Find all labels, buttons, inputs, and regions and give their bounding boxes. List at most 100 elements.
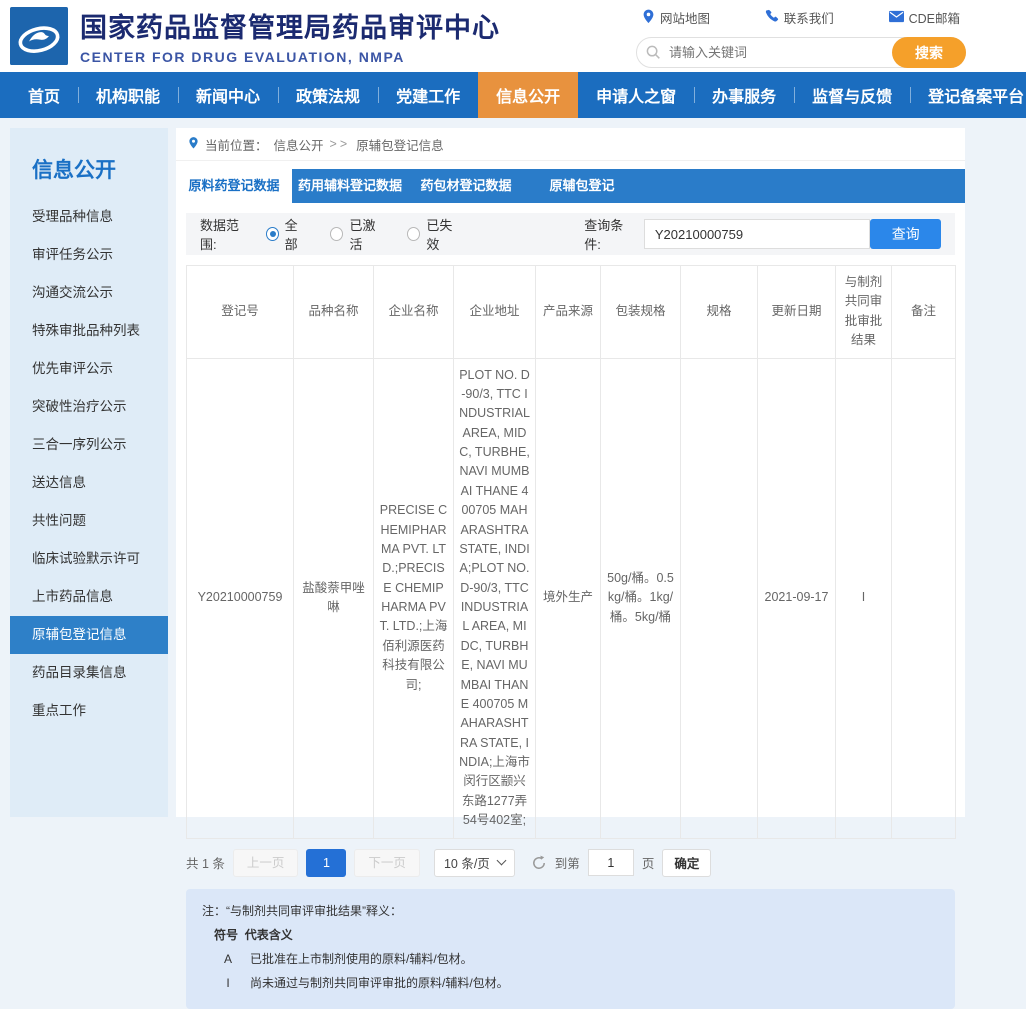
contact-us-link[interactable]: 联系我们 — [765, 8, 834, 27]
col-header-reg-no: 登记号 — [187, 266, 294, 359]
sidebar-item-marketed-drugs[interactable]: 上市药品信息 — [10, 578, 168, 616]
legend-note: 注：“与制剂共同审评审批结果”释义： 符号 代表含义 A已批准在上市制剂使用的原… — [186, 889, 955, 1009]
radio-option-all[interactable]: 全部 — [266, 215, 309, 253]
note-item-A: A已批准在上市制剂使用的原料/辅料/包材。 — [202, 947, 939, 971]
radio-checked-icon — [266, 227, 279, 241]
cell-company-address: PLOT NO. D-90/3, TTC INDUSTRIAL AREA, MI… — [454, 358, 536, 838]
sidebar-item-accepted-varieties[interactable]: 受理品种信息 — [10, 198, 168, 236]
query-button[interactable]: 查询 — [870, 219, 941, 249]
goto-label: 到第 — [555, 853, 580, 872]
mail-icon — [889, 10, 904, 26]
sidebar-item-special-approval[interactable]: 特殊审批品种列表 — [10, 312, 168, 350]
cell-joint-approval-result: I — [836, 358, 892, 838]
quick-links: 网站地图 联系我们 CDE邮箱 — [636, 8, 966, 27]
sidebar-item-three-in-one[interactable]: 三合一序列公示 — [10, 426, 168, 464]
breadcrumb-section-link[interactable]: 信息公开 — [274, 135, 324, 154]
sidebar-item-key-work[interactable]: 重点工作 — [10, 692, 168, 730]
scope-label: 数据范围: — [200, 215, 252, 253]
cell-company-name: PRECISE CHEMIPHARMA PVT. LTD.;PRECISE CH… — [374, 358, 454, 838]
sidebar: 信息公开 受理品种信息 审评任务公示 沟通交流公示 特殊审批品种列表 优先审评公… — [10, 128, 168, 817]
total-count-label: 共 1 条 — [186, 853, 225, 872]
breadcrumb-current-link[interactable]: 原辅包登记信息 — [356, 135, 444, 154]
sidebar-item-delivery-info[interactable]: 送达信息 — [10, 464, 168, 502]
sidebar-item-clinical-trial-license[interactable]: 临床试验默示许可 — [10, 540, 168, 578]
radio-option-activated[interactable]: 已激活 — [330, 215, 385, 253]
radio-option-expired[interactable]: 已失效 — [407, 215, 462, 253]
col-header-remark: 备注 — [892, 266, 956, 359]
table-header-row: 登记号 品种名称 企业名称 企业地址 产品来源 包装规格 规格 更新日期 与制剂… — [187, 266, 956, 359]
col-header-company-name: 企业名称 — [374, 266, 454, 359]
tab-packaging-registration[interactable]: 药包材登记数据 — [408, 169, 524, 203]
col-header-update-date: 更新日期 — [758, 266, 836, 359]
col-header-company-address: 企业地址 — [454, 266, 536, 359]
cell-reg-no: Y20210000759 — [187, 358, 294, 838]
col-header-packaging-spec: 包装规格 — [601, 266, 681, 359]
tab-api-registration[interactable]: 原料药登记数据 — [176, 169, 292, 203]
sidebar-item-drug-catalog[interactable]: 药品目录集信息 — [10, 654, 168, 692]
sidebar-item-review-tasks[interactable]: 审评任务公示 — [10, 236, 168, 274]
note-title: 注：“与制剂共同审评审批结果”释义： — [202, 899, 939, 923]
cde-logo[interactable] — [10, 7, 68, 65]
goto-page-input[interactable] — [588, 849, 634, 876]
breadcrumb-separator: >> — [330, 137, 351, 151]
query-label: 查询条件: — [584, 215, 636, 253]
site-subtitle: CENTER FOR DRUG EVALUATION, NMPA — [80, 49, 500, 65]
col-header-product-origin: 产品来源 — [536, 266, 601, 359]
radio-unchecked-icon — [407, 227, 420, 241]
nav-item-services[interactable]: 办事服务 — [694, 72, 794, 118]
tab-excipient-registration[interactable]: 药用辅料登记数据 — [292, 169, 408, 203]
chevron-down-icon — [496, 856, 506, 866]
radio-unchecked-icon — [330, 227, 343, 241]
table-row: Y20210000759 盐酸萘甲唑啉 PRECISE CHEMIPHARMA … — [187, 358, 956, 838]
breadcrumb-prefix: 当前位置： — [205, 135, 268, 154]
main-content: 当前位置： 信息公开 >> 原辅包登记信息 原料药登记数据 药用辅料登记数据 药… — [176, 128, 965, 817]
col-header-variety-name: 品种名称 — [294, 266, 374, 359]
note-header-row: 符号 代表含义 — [202, 923, 939, 947]
nav-item-functions[interactable]: 机构职能 — [78, 72, 178, 118]
site-header: 国家药品监督管理局药品审评中心 CENTER FOR DRUG EVALUATI… — [0, 0, 1026, 72]
note-item-I: I尚未通过与制剂共同审评审批的原料/辅料/包材。 — [202, 971, 939, 995]
site-title: 国家药品监督管理局药品审评中心 — [80, 6, 500, 45]
cell-spec — [681, 358, 758, 838]
nav-item-policies[interactable]: 政策法规 — [278, 72, 378, 118]
tab-combined-registration[interactable]: 原辅包登记 — [524, 169, 640, 203]
results-table: 登记号 品种名称 企业名称 企业地址 产品来源 包装规格 规格 更新日期 与制剂… — [186, 265, 956, 839]
current-page-button[interactable]: 1 — [306, 849, 346, 877]
phone-icon — [765, 9, 779, 26]
site-search-button[interactable]: 搜索 — [892, 37, 966, 68]
refresh-icon[interactable] — [531, 855, 547, 871]
nav-item-news[interactable]: 新闻中心 — [178, 72, 278, 118]
main-nav: 首页 机构职能 新闻中心 政策法规 党建工作 信息公开 申请人之窗 办事服务 监… — [0, 72, 1026, 118]
sitemap-link[interactable]: 网站地图 — [642, 8, 710, 27]
nav-item-home[interactable]: 首页 — [10, 72, 78, 118]
nav-item-supervision[interactable]: 监督与反馈 — [794, 72, 910, 118]
page-suffix-label: 页 — [642, 853, 655, 872]
sidebar-item-excipient-registration[interactable]: 原辅包登记信息 — [10, 616, 168, 654]
page-size-select[interactable]: 10 条/页 — [434, 849, 515, 877]
goto-confirm-button[interactable]: 确定 — [662, 849, 711, 877]
prev-page-button[interactable]: 上一页 — [233, 849, 299, 877]
cell-product-origin: 境外生产 — [536, 358, 601, 838]
sidebar-item-priority-review[interactable]: 优先审评公示 — [10, 350, 168, 388]
sidebar-title: 信息公开 — [10, 128, 168, 198]
data-tabs: 原料药登记数据 药用辅料登记数据 药包材登记数据 原辅包登记 — [176, 169, 965, 203]
col-header-spec: 规格 — [681, 266, 758, 359]
query-input[interactable] — [644, 219, 870, 249]
cell-variety-name: 盐酸萘甲唑啉 — [294, 358, 374, 838]
nav-item-info-disclosure[interactable]: 信息公开 — [478, 72, 578, 118]
sidebar-item-communication[interactable]: 沟通交流公示 — [10, 274, 168, 312]
col-header-joint-approval-result: 与制剂共同审批审批结果 — [836, 266, 892, 359]
sidebar-item-breakthrough-therapy[interactable]: 突破性治疗公示 — [10, 388, 168, 426]
filter-bar: 数据范围: 全部 已激活 已失效 查询条件: 查询 — [186, 213, 955, 255]
location-pin-icon — [642, 9, 655, 27]
breadcrumb-pin-icon — [188, 136, 199, 153]
cde-mailbox-link[interactable]: CDE邮箱 — [889, 8, 960, 27]
next-page-button[interactable]: 下一页 — [354, 849, 420, 877]
nav-item-registration-platform[interactable]: 登记备案平台 — [910, 72, 1026, 118]
nav-item-party[interactable]: 党建工作 — [378, 72, 478, 118]
sidebar-item-common-issues[interactable]: 共性问题 — [10, 502, 168, 540]
cell-remark — [892, 358, 956, 838]
search-icon — [646, 45, 661, 65]
nav-item-applicant-window[interactable]: 申请人之窗 — [578, 72, 694, 118]
cell-packaging-spec: 50g/桶。0.5kg/桶。1kg/桶。5kg/桶 — [601, 358, 681, 838]
